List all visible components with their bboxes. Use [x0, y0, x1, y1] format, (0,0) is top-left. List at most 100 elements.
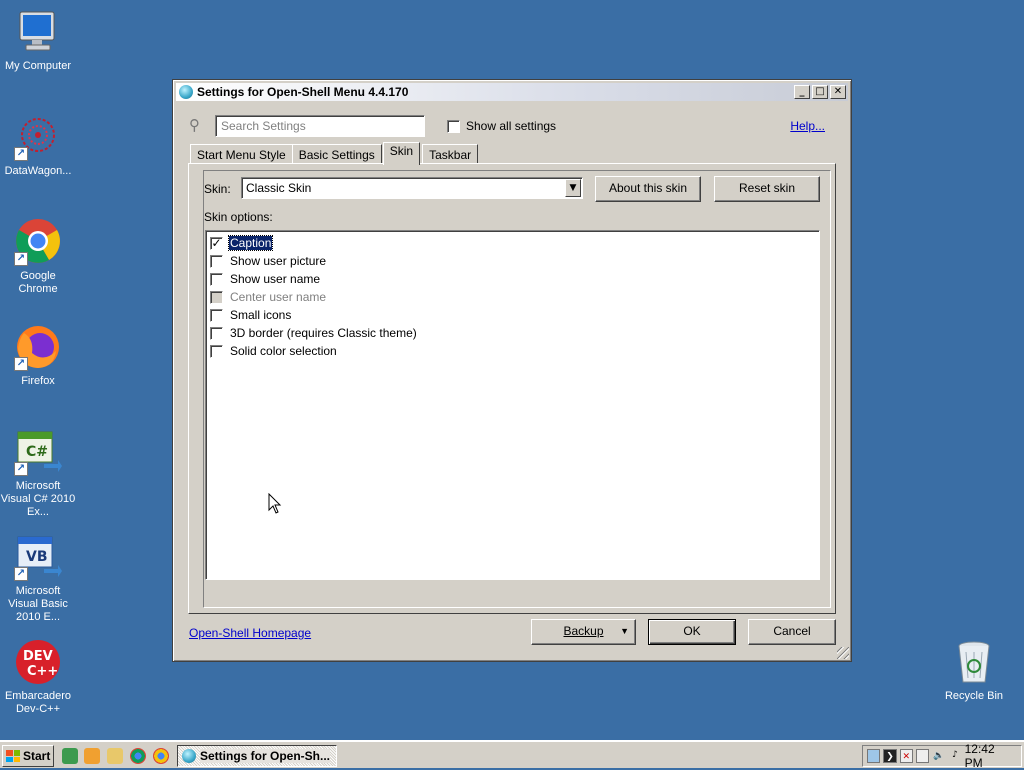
title-bar[interactable]: Settings for Open-Shell Menu 4.4.170 _ □…: [176, 83, 848, 101]
chrome-icon: ↗: [14, 218, 62, 266]
shortcut-arrow-icon: ↗: [14, 147, 28, 161]
clock[interactable]: 12:42 PM: [965, 742, 1021, 770]
cancel-button[interactable]: Cancel: [748, 619, 836, 645]
desktop-icon-label: Firefox: [21, 375, 55, 387]
list-item[interactable]: Show user picture: [209, 252, 816, 270]
about-skin-button[interactable]: About this skin: [595, 176, 701, 202]
show-all-checkbox[interactable]: [447, 119, 460, 133]
tab-start-menu-style[interactable]: Start Menu Style: [190, 144, 293, 164]
option-label: 3D border (requires Classic theme): [230, 326, 417, 340]
option-label: Center user name: [230, 290, 327, 304]
start-button[interactable]: Start: [2, 745, 54, 767]
minimize-button[interactable]: _: [794, 85, 810, 99]
list-item[interactable]: 3D border (requires Classic theme): [209, 324, 816, 342]
chevron-down-icon: ▼: [620, 626, 629, 636]
security-alert-icon[interactable]: ✕: [899, 749, 913, 763]
volume-icon[interactable]: 🔈: [932, 749, 945, 763]
desktop-icon-label: Recycle Bin: [944, 690, 1004, 702]
resize-grip[interactable]: [837, 647, 849, 659]
desktop-icon-visual-basic[interactable]: VB ↗ Microsoft Visual Basic 2010 E...: [0, 533, 76, 624]
start-label: Start: [23, 749, 51, 763]
maximize-button[interactable]: □: [812, 85, 828, 99]
list-item[interactable]: Show user name: [209, 270, 816, 288]
option-checkbox[interactable]: [210, 308, 223, 322]
close-button[interactable]: ✕: [830, 85, 846, 99]
taskbar: Start Settings for Open-Sh... ❯ ✕ 🔈 ♪ 12…: [0, 740, 1024, 770]
desktop-icon-dev-cpp[interactable]: DEV C++ Embarcadero Dev-C++: [0, 638, 76, 716]
shortcut-arrow-icon: ↗: [14, 252, 28, 266]
option-label: Small icons: [230, 308, 292, 322]
option-checkbox[interactable]: ✓: [210, 236, 223, 250]
desktop-icon-label: My Computer: [4, 60, 72, 72]
network-icon[interactable]: [867, 749, 881, 763]
console-icon[interactable]: ❯: [883, 749, 897, 763]
chrome-quicklaunch-icon-2[interactable]: [153, 748, 169, 764]
media-player-icon[interactable]: [84, 748, 100, 764]
show-all-label: Show all settings: [466, 119, 557, 133]
desktop-icon-label: DataWagon...: [4, 165, 72, 177]
option-checkbox[interactable]: [210, 254, 223, 268]
desktop-icon-label: Google Chrome: [18, 270, 58, 295]
chrome-quicklaunch-icon[interactable]: [130, 748, 146, 764]
recycle-bin-icon: [950, 638, 998, 686]
option-checkbox[interactable]: [210, 344, 223, 358]
svg-text:DEV: DEV: [23, 649, 53, 664]
desktop-icon-visual-csharp[interactable]: C# ↗ Microsoft Visual C# 2010 Ex...: [0, 428, 76, 519]
option-checkbox[interactable]: [210, 326, 223, 340]
caption-buttons: _ □ ✕: [794, 85, 846, 99]
search-input[interactable]: [215, 115, 425, 137]
shortcut-arrow-icon: ↗: [14, 462, 28, 476]
search-icon: ⚲: [189, 117, 200, 134]
mouse-cursor-icon: [268, 493, 282, 514]
skin-options-list[interactable]: ✓ Caption Show user picture Show user na…: [205, 230, 820, 580]
tab-strip: Start Menu Style Basic Settings Skin Tas…: [190, 142, 479, 165]
help-link[interactable]: Help...: [790, 119, 825, 133]
desktop-icon-google-chrome[interactable]: ↗ Google Chrome: [0, 218, 76, 296]
visual-basic-icon: VB ↗: [14, 533, 62, 581]
skin-options-label: Skin options:: [204, 210, 273, 224]
desktop-icon-label: Microsoft Visual C# 2010 Ex...: [0, 480, 76, 518]
open-shell-icon: [182, 749, 196, 763]
desktop-icon-my-computer[interactable]: My Computer: [0, 8, 76, 73]
open-shell-icon: [179, 85, 193, 99]
firefox-icon: ↗: [14, 323, 62, 371]
show-desktop-icon[interactable]: [62, 748, 78, 764]
list-item[interactable]: ✓ Caption: [209, 234, 816, 252]
system-tray: ❯ ✕ 🔈 ♪ 12:42 PM: [862, 742, 1022, 770]
svg-text:VB: VB: [26, 549, 48, 565]
option-checkbox[interactable]: [210, 272, 223, 286]
tab-taskbar[interactable]: Taskbar: [422, 144, 479, 164]
datawagon-icon: ↗: [14, 113, 62, 161]
desktop-icon-datawagon[interactable]: ↗ DataWagon...: [0, 113, 76, 178]
computer-icon: [14, 8, 62, 56]
tab-skin[interactable]: Skin: [382, 142, 421, 165]
skin-dropdown[interactable]: Classic Skin ▼: [241, 177, 583, 199]
list-item: Center user name: [209, 288, 816, 306]
desktop-icon-label: Microsoft Visual Basic 2010 E...: [8, 585, 68, 623]
display-icon[interactable]: [915, 749, 930, 763]
ok-button[interactable]: OK: [648, 619, 736, 645]
shortcut-arrow-icon: ↗: [14, 567, 28, 581]
list-item[interactable]: Solid color selection: [209, 342, 816, 360]
homepage-link[interactable]: Open-Shell Homepage: [189, 626, 311, 640]
tab-basic-settings[interactable]: Basic Settings: [291, 144, 382, 164]
desktop-icon-label: Embarcadero Dev-C++: [4, 690, 72, 715]
window-title: Settings for Open-Shell Menu 4.4.170: [197, 85, 409, 99]
windows-logo-icon: [6, 750, 20, 762]
chevron-down-icon[interactable]: ▼: [565, 179, 581, 197]
skin-label: Skin:: [204, 182, 231, 196]
option-label: Solid color selection: [230, 344, 337, 358]
desktop-icon-recycle-bin[interactable]: Recycle Bin: [936, 638, 1012, 703]
option-label: Show user picture: [230, 254, 327, 268]
desktop-icon-firefox[interactable]: ↗ Firefox: [0, 323, 76, 388]
list-item[interactable]: Small icons: [209, 306, 816, 324]
visual-csharp-icon: C# ↗: [14, 428, 62, 476]
explorer-folder-icon[interactable]: [107, 748, 123, 764]
taskbar-item-settings[interactable]: Settings for Open-Sh...: [177, 745, 337, 767]
option-label: Show user name: [230, 272, 321, 286]
show-all-settings[interactable]: Show all settings: [447, 119, 556, 133]
reset-skin-button[interactable]: Reset skin: [714, 176, 820, 202]
svg-text:C#: C#: [26, 444, 48, 460]
backup-button[interactable]: Backup ▼: [531, 619, 636, 645]
sound-icon[interactable]: ♪: [948, 749, 961, 763]
